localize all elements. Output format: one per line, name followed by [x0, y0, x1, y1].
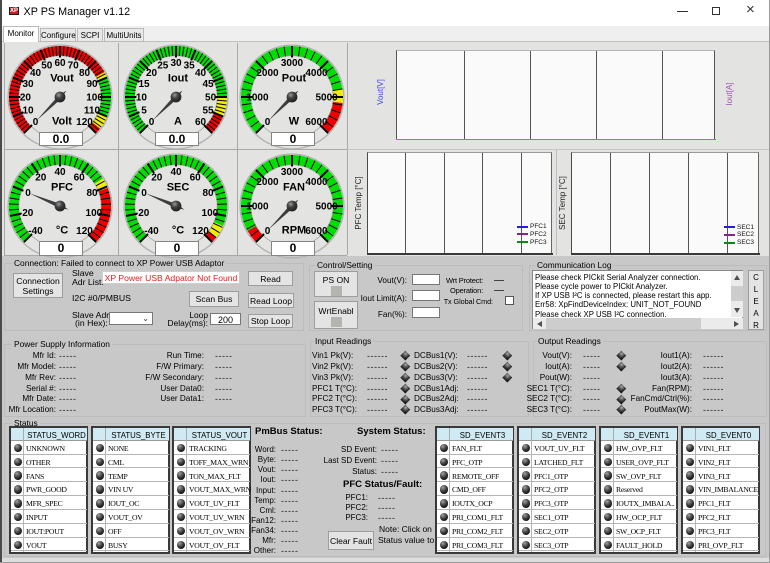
svg-text:2000: 2000: [256, 68, 279, 79]
svg-text:90: 90: [86, 79, 98, 90]
svg-text:80: 80: [202, 188, 214, 199]
svg-text:30: 30: [170, 58, 182, 69]
svg-text:5: 5: [141, 106, 147, 117]
svg-text:120: 120: [76, 226, 93, 237]
svg-text:-20: -20: [19, 208, 34, 219]
svg-text:-40: -40: [144, 226, 159, 237]
svg-text:°C: °C: [172, 225, 184, 237]
svg-text:FAN: FAN: [283, 182, 305, 194]
svg-text:3000: 3000: [281, 167, 304, 178]
svg-text:25: 25: [157, 60, 169, 71]
svg-text:70: 70: [68, 60, 80, 71]
svg-text:1000: 1000: [246, 92, 269, 103]
svg-text:55: 55: [202, 106, 214, 117]
svg-text:50: 50: [205, 92, 217, 103]
svg-text:2000: 2000: [256, 177, 279, 188]
svg-text:4000: 4000: [305, 68, 328, 79]
svg-text:-20: -20: [135, 208, 150, 219]
svg-text:Iout: Iout: [168, 73, 188, 85]
svg-text:60: 60: [190, 173, 202, 184]
svg-text:20: 20: [151, 173, 163, 184]
svg-text:110: 110: [84, 106, 101, 117]
svg-text:30: 30: [22, 79, 34, 90]
svg-text:1000: 1000: [246, 201, 269, 212]
svg-text:PFC: PFC: [51, 182, 73, 194]
svg-text:40: 40: [54, 167, 66, 178]
svg-text:60: 60: [54, 58, 66, 69]
svg-text:80: 80: [79, 68, 91, 79]
svg-text:RPM: RPM: [282, 225, 306, 237]
svg-text:20: 20: [20, 92, 32, 103]
svg-text:6000: 6000: [305, 226, 328, 237]
svg-text:120: 120: [192, 226, 209, 237]
svg-text:Pout: Pout: [282, 73, 307, 85]
svg-text:0: 0: [149, 117, 155, 128]
svg-text:-40: -40: [28, 226, 43, 237]
svg-text:0: 0: [265, 117, 271, 128]
svg-text:20: 20: [146, 68, 158, 79]
svg-text:°C: °C: [56, 225, 68, 237]
svg-text:50: 50: [41, 60, 53, 71]
svg-text:45: 45: [202, 79, 214, 90]
svg-text:20: 20: [35, 173, 47, 184]
svg-text:Vout: Vout: [50, 73, 74, 85]
svg-text:10: 10: [22, 106, 34, 117]
svg-text:40: 40: [30, 68, 42, 79]
svg-text:40: 40: [170, 167, 182, 178]
svg-text:60: 60: [195, 117, 207, 128]
svg-text:6000: 6000: [305, 117, 328, 128]
svg-text:Volt: Volt: [52, 116, 72, 128]
svg-text:100: 100: [86, 92, 103, 103]
svg-text:5000: 5000: [315, 201, 338, 212]
svg-text:3000: 3000: [281, 58, 304, 69]
svg-text:100: 100: [86, 208, 103, 219]
svg-text:0: 0: [265, 226, 271, 237]
svg-text:60: 60: [74, 173, 86, 184]
svg-text:40: 40: [195, 68, 207, 79]
svg-text:A: A: [174, 116, 182, 128]
svg-text:0: 0: [33, 117, 39, 128]
svg-text:SEC: SEC: [167, 182, 190, 194]
svg-text:4000: 4000: [305, 177, 328, 188]
svg-text:10: 10: [136, 92, 148, 103]
svg-text:80: 80: [86, 188, 98, 199]
svg-text:120: 120: [76, 117, 93, 128]
svg-text:100: 100: [202, 208, 219, 219]
svg-text:15: 15: [138, 79, 150, 90]
svg-text:5000: 5000: [315, 92, 338, 103]
svg-text:35: 35: [184, 60, 196, 71]
svg-text:W: W: [289, 116, 300, 128]
